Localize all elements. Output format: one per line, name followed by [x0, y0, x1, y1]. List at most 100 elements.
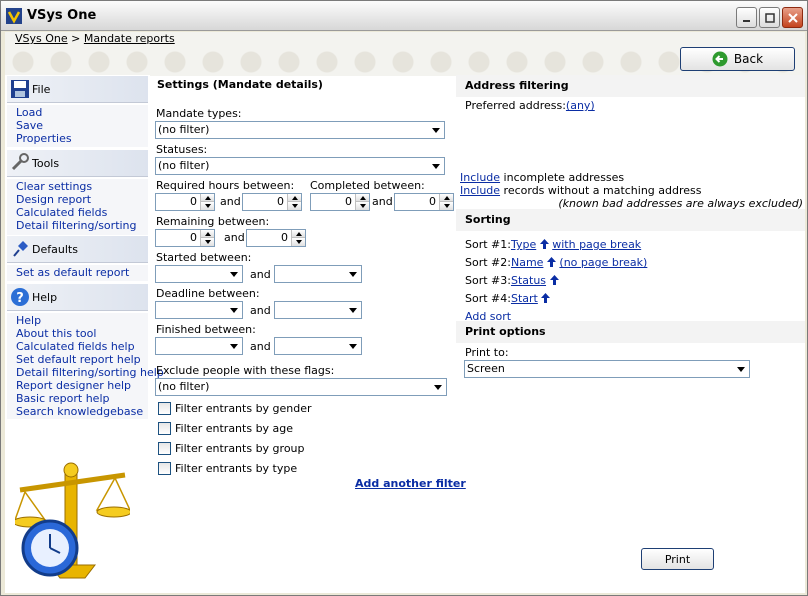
print-button[interactable]: Print: [641, 548, 714, 570]
sort-1-pagebreak-link[interactable]: with page break: [552, 238, 641, 251]
sidebar-item-basic-report-help[interactable]: Basic report help: [7, 392, 148, 405]
filter-group-checkbox[interactable]: [158, 442, 171, 455]
maximize-button[interactable]: [759, 7, 780, 28]
spin-down-icon[interactable]: [291, 238, 305, 246]
mandate-types-select[interactable]: (no filter): [155, 121, 445, 139]
required-hours-min-stepper[interactable]: 0: [155, 193, 215, 211]
breadcrumb-separator: >: [71, 32, 81, 45]
filter-group-label: Filter entrants by group: [175, 442, 305, 455]
wrench-icon: [11, 153, 29, 171]
and-label: and: [372, 195, 393, 208]
sidebar-item-search-knowledgebase[interactable]: Search knowledgebase: [7, 405, 148, 418]
finished-from-date[interactable]: [155, 337, 243, 355]
breadcrumb-current[interactable]: Mandate reports: [84, 32, 175, 45]
title-bar[interactable]: VSys One: [1, 1, 807, 31]
header-band: VSys One > Mandate reports Back: [5, 32, 805, 76]
sort-ascending-icon[interactable]: [549, 275, 559, 288]
filter-gender-checkbox[interactable]: [158, 402, 171, 415]
sidebar-item-save[interactable]: Save: [7, 119, 148, 132]
remaining-min-stepper[interactable]: 0: [155, 229, 215, 247]
sort-3-field-link[interactable]: Status: [511, 274, 546, 287]
sort-3-label: Sort #3:: [465, 274, 511, 287]
started-label: Started between:: [156, 251, 252, 264]
sidebar-item-clear-settings[interactable]: Clear settings: [7, 180, 148, 193]
sort-4-field-link[interactable]: Start: [511, 292, 538, 305]
sidebar-item-set-default-help[interactable]: Set default report help: [7, 353, 148, 366]
spin-down-icon[interactable]: [200, 238, 214, 246]
close-button[interactable]: [782, 7, 803, 28]
deadline-label: Deadline between:: [156, 287, 260, 300]
sidebar-item-calculated-fields-help[interactable]: Calculated fields help: [7, 340, 148, 353]
sidebar-section-defaults: Defaults: [7, 235, 148, 263]
sort-ascending-icon[interactable]: [539, 239, 549, 252]
exclude-flags-label: Exclude people with these flags:: [156, 364, 335, 377]
completed-min-stepper[interactable]: 0: [310, 193, 370, 211]
sidebar-defaults-items: Set as default report: [7, 265, 148, 281]
preferred-address-link[interactable]: (any): [566, 99, 595, 112]
print-options-title: Print options: [465, 325, 546, 338]
started-from-date[interactable]: [155, 265, 243, 283]
sidebar-item-load[interactable]: Load: [7, 106, 148, 119]
sidebar-item-design-report[interactable]: Design report: [7, 193, 148, 206]
minimize-button[interactable]: [736, 7, 757, 28]
sidebar-item-detail-filtering-help[interactable]: Detail filtering/sorting help: [7, 366, 164, 379]
sidebar-item-about[interactable]: About this tool: [7, 327, 148, 340]
spin-down-icon[interactable]: [287, 202, 301, 210]
required-hours-label: Required hours between:: [156, 179, 295, 192]
sidebar-item-set-default[interactable]: Set as default report: [7, 266, 148, 279]
sidebar-item-help[interactable]: Help: [7, 314, 148, 327]
sidebar-item-detail-filtering[interactable]: Detail filtering/sorting: [7, 219, 148, 232]
spin-up-icon[interactable]: [287, 194, 301, 202]
sort-2-pagebreak-link[interactable]: (no page break): [559, 256, 647, 269]
spin-up-icon[interactable]: [200, 230, 214, 238]
statuses-select[interactable]: (no filter): [155, 157, 445, 175]
chevron-down-icon: [346, 267, 360, 281]
filter-age-checkbox[interactable]: [158, 422, 171, 435]
filter-type-checkbox[interactable]: [158, 462, 171, 475]
sort-ascending-icon[interactable]: [546, 257, 556, 270]
pin-icon: [13, 241, 28, 257]
sort-ascending-icon[interactable]: [541, 293, 551, 306]
started-to-date[interactable]: [274, 265, 362, 283]
spin-up-icon[interactable]: [439, 194, 453, 202]
sidebar-item-calculated-fields[interactable]: Calculated fields: [7, 206, 148, 219]
filter-type-label: Filter entrants by type: [175, 462, 298, 475]
spin-down-icon[interactable]: [439, 202, 453, 210]
sidebar-item-report-designer-help[interactable]: Report designer help: [7, 379, 148, 392]
svg-text:?: ?: [16, 291, 24, 306]
finished-to-date[interactable]: [274, 337, 362, 355]
spin-down-icon[interactable]: [355, 202, 369, 210]
and-label: and: [224, 231, 245, 244]
include-incomplete-link[interactable]: Include: [460, 171, 500, 184]
statuses-label: Statuses:: [156, 143, 208, 156]
include-nomatch-link[interactable]: Include: [460, 184, 500, 197]
completed-max-stepper[interactable]: 0: [394, 193, 454, 211]
sidebar-item-properties[interactable]: Properties: [7, 132, 148, 145]
finished-label: Finished between:: [156, 323, 256, 336]
print-to-label: Print to:: [465, 346, 509, 359]
required-hours-max-stepper[interactable]: 0: [242, 193, 302, 211]
exclude-flags-value: (no filter): [158, 380, 210, 393]
filter-gender-label: Filter entrants by gender: [175, 402, 312, 415]
print-to-select[interactable]: Screen: [464, 360, 750, 378]
remaining-max-stepper[interactable]: 0: [246, 229, 306, 247]
spin-up-icon[interactable]: [291, 230, 305, 238]
spin-up-icon[interactable]: [200, 194, 214, 202]
window-title: VSys One: [27, 8, 97, 23]
deadline-to-date[interactable]: [274, 301, 362, 319]
add-another-filter-link[interactable]: Add another filter: [355, 477, 466, 490]
deadline-from-date[interactable]: [155, 301, 243, 319]
and-label: and: [250, 340, 271, 353]
sort-2-field-link[interactable]: Name: [511, 256, 543, 269]
spin-down-icon[interactable]: [200, 202, 214, 210]
back-button[interactable]: Back: [680, 47, 795, 71]
settings-title: Settings (Mandate details): [157, 78, 323, 91]
breadcrumb-root[interactable]: VSys One: [15, 32, 68, 45]
spin-up-icon[interactable]: [355, 194, 369, 202]
sort-1-field-link[interactable]: Type: [511, 238, 536, 251]
required-hours-min-value: 0: [190, 195, 197, 208]
print-options-header: Print options: [456, 321, 805, 343]
back-arrow-icon: [712, 51, 728, 67]
exclude-flags-select[interactable]: (no filter): [155, 378, 447, 396]
and-label: and: [250, 304, 271, 317]
